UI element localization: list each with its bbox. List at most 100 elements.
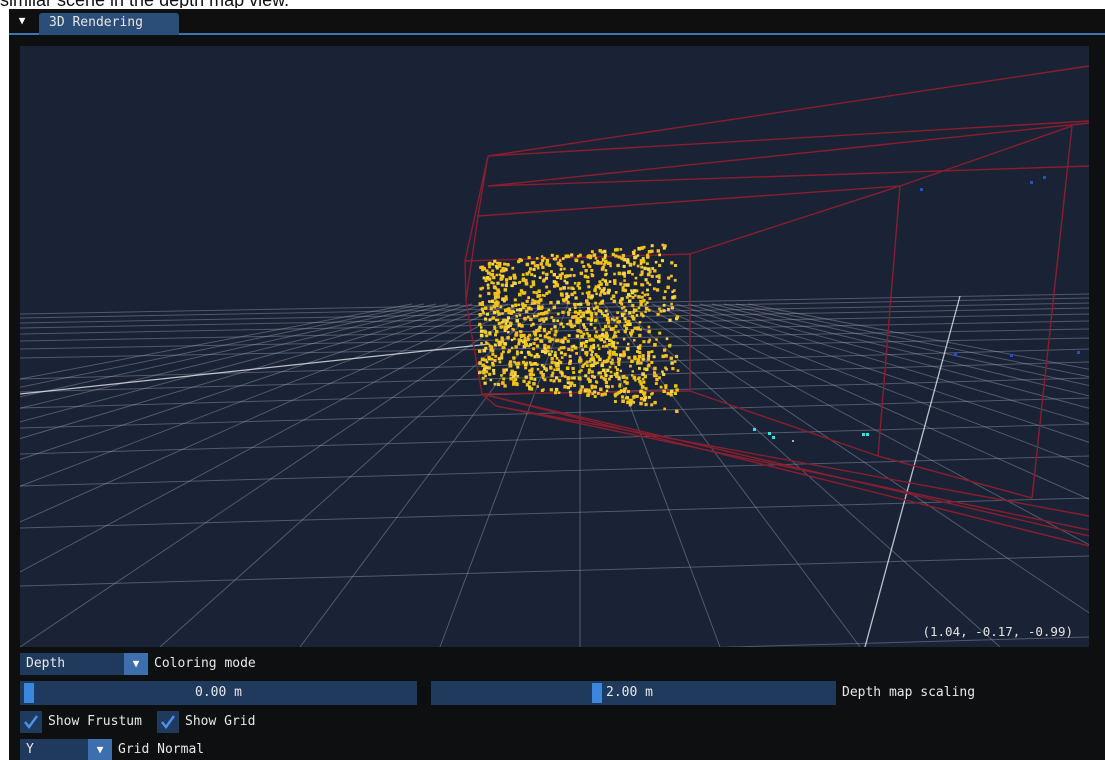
cloud-point [631,296,635,299]
grid-normal-combo[interactable]: Y [20,739,88,760]
cloud-point [562,286,566,290]
cloud-point [604,381,608,385]
cloud-point [669,392,672,396]
cloud-point [549,366,553,370]
collapse-triangle-icon[interactable]: ▼ [15,14,29,28]
grid-normal-dropdown-icon[interactable]: ▼ [88,739,112,760]
cloud-point [641,354,645,357]
cloud-point [639,401,643,406]
depth-min-slider[interactable]: 0.00 m [20,681,417,705]
cloud-point [495,265,498,268]
cloud-point [550,316,554,319]
cloud-point [513,377,517,382]
cloud-point [612,336,615,339]
cloud-point [512,382,515,386]
cloud-point [573,302,577,307]
cloud-point [670,306,674,310]
cloud-point [480,326,483,329]
cloud-point [541,271,545,275]
grid-line [20,303,533,647]
cloud-point [673,278,677,282]
cloud-point [574,296,578,300]
cloud-point [559,277,563,280]
cloud-point [480,357,485,361]
cloud-point [637,345,641,349]
cloud-point [633,339,636,342]
cloud-point [485,269,488,272]
cloud-point [617,357,621,361]
cloud-point [550,374,554,378]
cloud-point [633,249,636,252]
cloud-point [614,324,618,328]
cloud-point [562,257,565,260]
3d-viewport[interactable]: (1.04, -0.17, -0.99) [20,46,1089,647]
cloud-point [593,394,597,398]
cloud-point [659,385,663,389]
cloud-point [604,324,608,329]
cloud-point [559,268,563,271]
depth-min-value: 0.00 m [195,685,242,700]
cloud-point [558,263,562,267]
show-frustum-checkbox[interactable] [20,711,42,733]
cloud-point [541,376,545,380]
cloud-point [633,355,637,359]
cloud-point [501,321,504,324]
cloud-point [644,278,648,282]
cloud-point [634,308,638,312]
cloud-point [637,295,641,299]
cloud-point [560,356,564,359]
cloud-point [646,288,649,292]
show-grid-checkbox[interactable] [157,711,179,733]
cloud-point [568,319,572,323]
cloud-point [506,336,510,340]
cloud-point [480,342,483,345]
cloud-point [644,402,648,407]
cloud-point [527,380,531,384]
cloud-point [538,290,541,293]
cloud-point [668,343,672,347]
cloud-point [545,258,550,263]
cloud-point [582,314,585,318]
cloud-point [496,295,500,299]
cloud-point [549,388,553,392]
cloud-point [511,327,514,331]
cloud-point [532,341,536,345]
cloud-point [566,377,570,381]
cloud-point [489,345,494,349]
cloud-point [647,308,651,312]
cloud-point [569,393,573,397]
coloring-mode-combo[interactable]: Depth [20,653,124,675]
window-title-tab[interactable]: 3D Rendering [39,13,179,35]
cloud-point [566,301,570,305]
cloud-point [554,329,558,333]
cloud-point [515,352,519,356]
cloud-point [487,262,491,266]
depth-max-slider[interactable]: 2.00 m [431,681,836,705]
cloud-point [542,256,546,260]
cloud-point [504,322,508,326]
cloud-point [493,325,496,329]
cloud-point [652,355,656,359]
cloud-point [546,336,550,339]
cloud-point [567,334,571,337]
cloud-point [636,254,640,257]
cloud-point [498,264,501,268]
cloud-point [613,281,617,285]
coloring-dropdown-icon[interactable]: ▼ [124,653,148,675]
cloud-point [584,269,588,273]
cloud-point [654,382,658,385]
cloud-point [612,299,617,304]
cloud-point [664,366,667,370]
cloud-point [664,354,668,358]
cloud-point [515,319,519,323]
cloud-point [570,348,574,352]
grid-line [687,303,1089,424]
cloud-point [557,378,562,383]
cloud-point [491,299,495,303]
cloud-point [506,316,510,320]
cloud-point [539,262,543,266]
cloud-point [553,284,556,288]
cloud-point [633,255,637,260]
cloud-point [604,259,608,263]
cloud-point [545,272,549,276]
